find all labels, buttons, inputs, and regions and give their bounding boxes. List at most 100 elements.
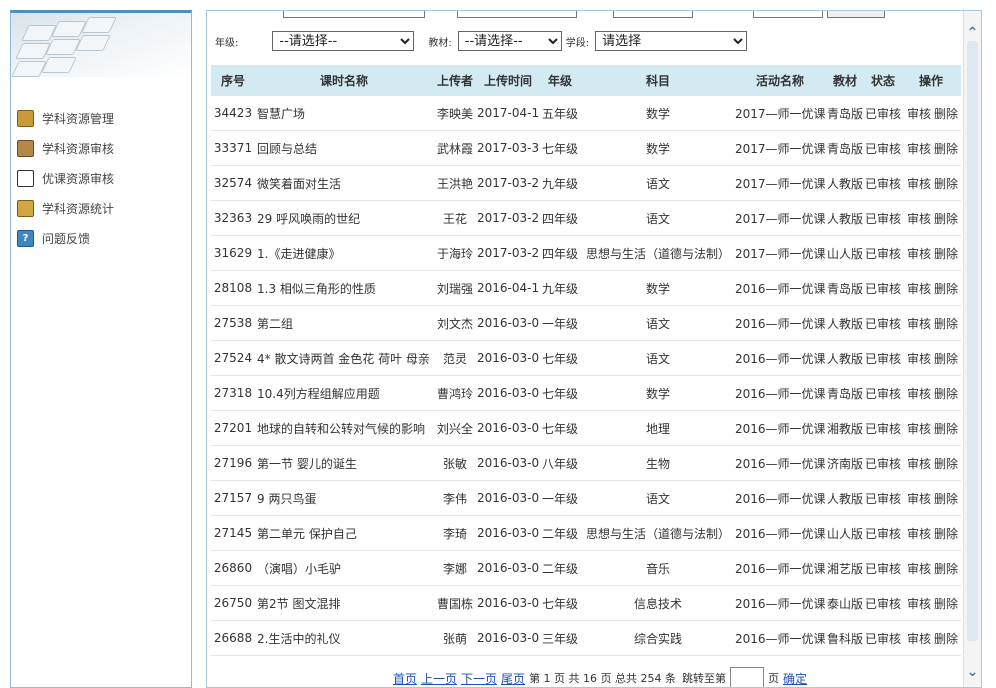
delete-action[interactable]: 删除: [934, 422, 958, 436]
delete-action[interactable]: 删除: [934, 142, 958, 156]
header-col-activity: 活动名称: [735, 65, 825, 96]
cell-actions: 审核 删除: [901, 270, 961, 306]
cell-id: 33371: [211, 130, 255, 166]
audit-action[interactable]: 审核: [907, 352, 931, 366]
cell-actions: 审核 删除: [901, 515, 961, 551]
delete-action[interactable]: 删除: [934, 457, 958, 471]
scroll-up-icon[interactable]: ⌃: [964, 25, 981, 42]
cell-id: 27145: [211, 515, 255, 551]
sidebar-item-resource-stats[interactable]: 学科资源统计: [11, 193, 191, 223]
delete-action[interactable]: 删除: [934, 492, 958, 506]
sidebar-item-feedback[interactable]: ? 问题反馈: [11, 223, 191, 253]
prev-page-link[interactable]: 上一页: [421, 670, 457, 687]
cell-upload-date: 2016-03-02: [477, 620, 539, 656]
table-row: 26860（演唱）小毛驴李娜2016-03-02二年级音乐2016—师一优课湘艺…: [211, 550, 961, 586]
clipped-select: [613, 11, 693, 18]
cell-id: 27201: [211, 410, 255, 446]
page-unit-label: 页: [768, 672, 780, 685]
audit-action[interactable]: 审核: [907, 562, 931, 576]
cell-uploader: 李娜: [433, 550, 477, 586]
table-row: 2731810.4列方程组解应用题曹鸿玲2016-03-03七年级数学2016—…: [211, 375, 961, 411]
help-icon: ?: [17, 229, 34, 247]
audit-action[interactable]: 审核: [907, 282, 931, 296]
scroll-down-icon[interactable]: ⌄: [964, 664, 981, 681]
cell-id: 32574: [211, 165, 255, 201]
delete-action[interactable]: 删除: [934, 597, 958, 611]
cell-activity: 2016—师一优课: [735, 620, 825, 656]
cell-subject: 生物: [581, 445, 735, 481]
delete-action[interactable]: 删除: [934, 387, 958, 401]
confirm-jump-link[interactable]: 确定: [783, 670, 807, 687]
table-row: 26750第2节 图文混排曹国栋2016-03-02七年级信息技术2016—师一…: [211, 585, 961, 621]
cell-textbook: 青岛版: [825, 270, 865, 306]
cell-subject: 语文: [581, 340, 735, 376]
cell-uploader: 刘文杰: [433, 305, 477, 341]
audit-action[interactable]: 审核: [907, 632, 931, 646]
cell-upload-date: 2016-03-02: [477, 480, 539, 516]
cell-lesson-name: 第二组: [255, 305, 433, 341]
delete-action[interactable]: 删除: [934, 177, 958, 191]
cell-uploader: 王花: [433, 200, 477, 236]
audit-action[interactable]: 审核: [907, 212, 931, 226]
cell-upload-date: 2016-03-02: [477, 515, 539, 551]
clipped-select: [753, 11, 823, 18]
jump-page-input[interactable]: [730, 667, 765, 687]
cell-actions: 审核 删除: [901, 200, 961, 236]
audit-action[interactable]: 审核: [907, 492, 931, 506]
sidebar-item-course-audit[interactable]: 优课资源审核: [11, 163, 191, 193]
sidebar-item-resource-management[interactable]: 学科资源管理: [11, 103, 191, 133]
cell-grade: 七年级: [539, 375, 581, 411]
cell-lesson-name: 微笑着面对生活: [255, 165, 433, 201]
cell-id: 32363: [211, 200, 255, 236]
header-col-grade: 年级: [539, 65, 581, 96]
cell-upload-date: 2016-03-02: [477, 550, 539, 586]
audit-action[interactable]: 审核: [907, 527, 931, 541]
sidebar-item-label: 学科资源审核: [42, 141, 115, 156]
grade-select[interactable]: --请选择--: [272, 31, 415, 51]
audit-action[interactable]: 审核: [907, 177, 931, 191]
first-page-link[interactable]: 首页: [393, 670, 417, 687]
table-row: 271579 两只鸟蛋李伟2016-03-02一年级语文2016—师一优课人教版…: [211, 480, 961, 516]
cell-grade: 四年级: [539, 200, 581, 236]
delete-action[interactable]: 删除: [934, 212, 958, 226]
audit-action[interactable]: 审核: [907, 387, 931, 401]
audit-action[interactable]: 审核: [907, 317, 931, 331]
delete-action[interactable]: 删除: [934, 107, 958, 121]
cell-uploader: 曹国栋: [433, 585, 477, 621]
delete-action[interactable]: 删除: [934, 317, 958, 331]
cell-status: 已审核: [865, 620, 901, 656]
delete-action[interactable]: 删除: [934, 632, 958, 646]
cell-subject: 地理: [581, 410, 735, 446]
textbook-select[interactable]: --请选择--: [457, 31, 562, 51]
cell-activity: 2017—师一优课: [735, 96, 825, 131]
sidebar-menu: 学科资源管理 学科资源审核 优课资源审核 学科资源统计 ? 问题反馈: [11, 103, 191, 253]
delete-action[interactable]: 删除: [934, 562, 958, 576]
header-col-lesson-name: 课时名称: [255, 65, 433, 96]
audit-action[interactable]: 审核: [907, 247, 931, 261]
audit-action[interactable]: 审核: [907, 107, 931, 121]
cell-grade: 七年级: [539, 585, 581, 621]
jump-label: 跳转至第: [682, 672, 727, 685]
sidebar-item-resource-audit[interactable]: 学科资源审核: [11, 133, 191, 163]
delete-action[interactable]: 删除: [934, 527, 958, 541]
delete-action[interactable]: 删除: [934, 352, 958, 366]
next-page-link[interactable]: 下一页: [461, 670, 497, 687]
audit-action[interactable]: 审核: [907, 457, 931, 471]
table-row: 27201地球的自转和公转对气候的影响刘兴全2016-03-03七年级地理201…: [211, 410, 961, 446]
scrollbar-thumb[interactable]: [967, 41, 978, 641]
cell-upload-date: 2016-03-02: [477, 585, 539, 621]
vertical-scrollbar[interactable]: ⌃ ⌄: [963, 11, 981, 687]
table-row: 27538第二组刘文杰2016-03-04一年级语文2016—师一优课人教版已审…: [211, 305, 961, 341]
audit-action[interactable]: 审核: [907, 422, 931, 436]
audit-action[interactable]: 审核: [907, 142, 931, 156]
delete-action[interactable]: 删除: [934, 247, 958, 261]
table-row: 34423智慧广场李映美2017-04-12五年级数学2017—师一优课青岛版已…: [211, 96, 961, 131]
audit-action[interactable]: 审核: [907, 597, 931, 611]
header-col-status: 状态: [865, 65, 901, 96]
table-row: 32574微笑着面对生活王洪艳2017-03-23九年级语文2017—师一优课人…: [211, 165, 961, 201]
cell-activity: 2016—师一优课: [735, 550, 825, 586]
delete-action[interactable]: 删除: [934, 282, 958, 296]
cell-grade: 七年级: [539, 410, 581, 446]
last-page-link[interactable]: 尾页: [501, 670, 525, 687]
stage-select[interactable]: 请选择: [595, 31, 748, 51]
